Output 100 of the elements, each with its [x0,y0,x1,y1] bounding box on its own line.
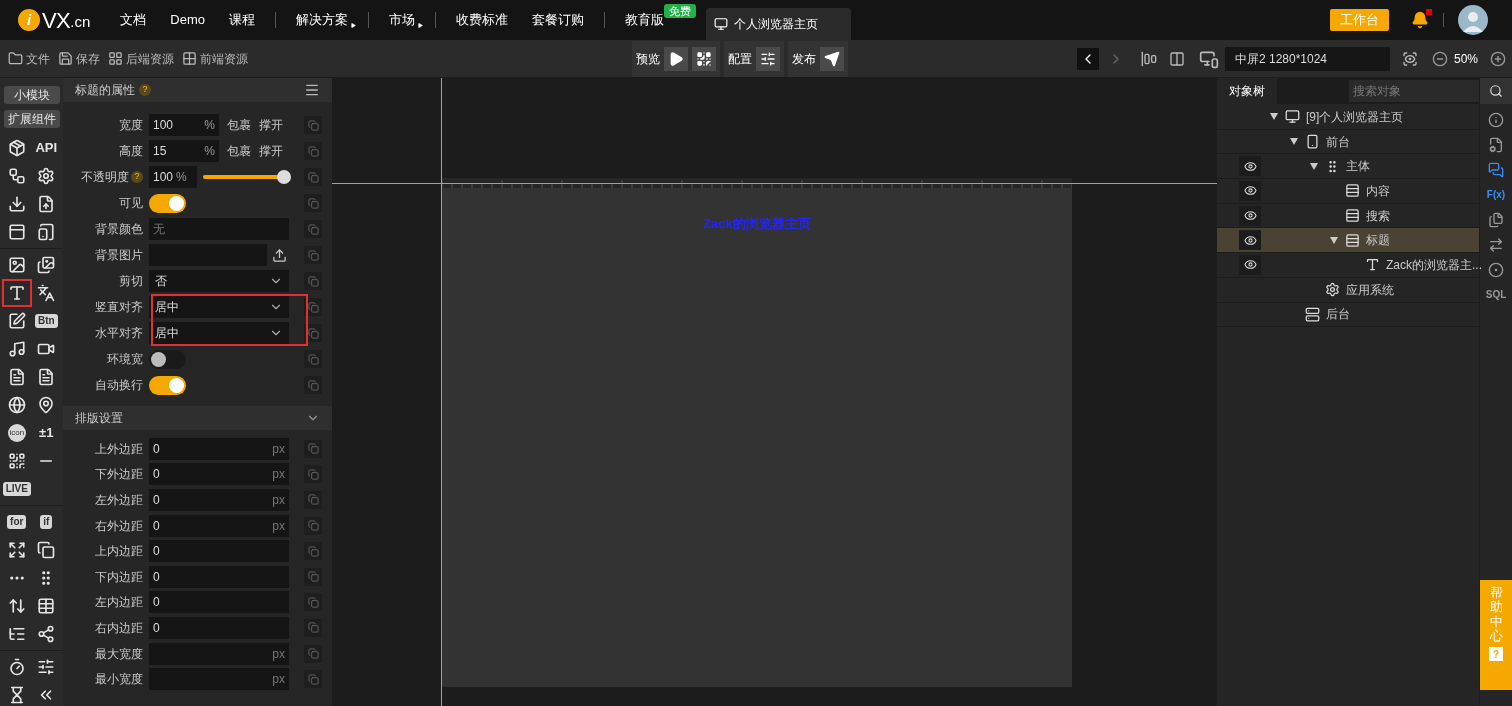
file-upload-icon[interactable] [37,195,56,213]
tree-row[interactable]: 内容 [1217,179,1479,204]
size-option[interactable]: 包裹 [227,142,251,160]
size-option[interactable]: 包裹 [227,116,251,134]
tree-row[interactable]: 应用系统 [1217,277,1479,303]
color-field[interactable]: 无 [149,218,289,240]
toggle-switch[interactable] [149,349,186,369]
nav-link[interactable]: 教育版 [612,10,666,30]
number-field[interactable]: 100 % [149,166,197,188]
section-header[interactable]: 排版设置 [63,406,332,430]
share-icon[interactable] [37,625,56,643]
component-tag[interactable]: for [7,515,27,529]
package-icon[interactable] [7,139,26,157]
caret-icon[interactable] [1290,138,1298,146]
avatar[interactable] [1458,5,1488,35]
layers-icon[interactable] [37,541,56,559]
download-icon[interactable] [7,195,26,213]
palette-button[interactable]: 小模块 [3,86,60,104]
number-field[interactable]: 15 % [149,140,219,162]
settings-file-icon[interactable] [1488,137,1504,153]
files-icon[interactable] [1488,212,1504,228]
zoom-out-icon[interactable] [1431,50,1448,67]
globe-icon[interactable] [7,396,26,414]
distribute-icon[interactable] [1168,50,1185,67]
edit-icon[interactable] [7,312,26,330]
nav-link[interactable]: 市场 [376,10,427,30]
qr-code-icon[interactable] [7,452,26,470]
toggle-switch[interactable] [149,193,186,213]
timer-icon[interactable] [7,658,26,676]
logo[interactable]: i VX.cn [0,0,91,40]
sliders-button[interactable] [756,46,780,71]
select-field[interactable]: 否 [149,270,289,292]
number-field[interactable]: 0 px [149,463,289,486]
number-field[interactable]: 0 [149,616,289,639]
number-field[interactable]: 0 px [149,437,289,460]
preview-frame-icon[interactable] [1401,50,1418,67]
info-icon[interactable] [1488,112,1504,128]
translate-icon[interactable] [37,284,56,302]
toolbar-button[interactable]: 文件 [8,49,50,68]
help-icon[interactable]: ? [139,84,151,96]
number-field[interactable]: 0 px [149,489,289,511]
select-field[interactable]: 居中 [149,296,289,318]
tree-row[interactable]: Zack的浏览器主... [1217,253,1479,278]
align-icon[interactable] [1140,50,1157,67]
select-field[interactable]: 居中 [149,322,289,344]
document-icon[interactable] [37,368,56,386]
size-option[interactable]: 撑开 [259,116,283,134]
nav-link[interactable]: Demo [158,10,217,30]
circle-icon[interactable] [1488,262,1504,278]
component-tag[interactable]: if [40,515,53,529]
toggle-switch[interactable] [149,375,186,395]
play-button[interactable] [664,46,688,71]
caret-icon[interactable] [1270,113,1278,121]
sort-icon[interactable] [7,597,26,615]
component-tag[interactable]: Btn [34,314,58,328]
devices-icon[interactable] [37,223,56,241]
back-button[interactable] [1076,47,1099,70]
caret-icon[interactable] [1330,236,1338,244]
tree-row[interactable]: 标题 [1217,228,1479,254]
zoom-in-icon[interactable] [1490,50,1506,67]
size-option[interactable]: 撑开 [259,142,283,160]
toolbar-button[interactable]: 前端资源 [182,49,248,68]
component-label[interactable]: API [35,138,58,158]
menu-icon[interactable] [304,82,320,98]
form-icon[interactable] [7,223,26,241]
palette-button[interactable]: 扩展组件 [3,110,60,128]
table-icon[interactable] [37,597,56,615]
component-tag[interactable]: icon [7,424,26,442]
expand-icon[interactable] [7,541,26,559]
chat-icon[interactable] [1488,162,1504,178]
tree-icon[interactable] [7,625,26,643]
nav-link[interactable]: 课程 [216,10,267,30]
tree-row[interactable]: 前台 [1217,129,1479,155]
nav-link[interactable]: 收费标准 [443,10,520,30]
toolbar-button[interactable]: 后端资源 [108,49,174,68]
tree-row[interactable]: 主体 [1217,154,1479,180]
opacity-slider[interactable] [203,170,291,184]
document-icon[interactable] [7,368,26,386]
component-label[interactable]: ±1 [39,423,54,443]
search-button[interactable] [1480,78,1512,104]
upload-icon[interactable] [272,247,287,263]
nav-link[interactable]: 文档 [108,10,159,30]
swap-icon[interactable] [1488,237,1504,253]
tree-row[interactable]: 后台 [1217,302,1479,328]
number-field[interactable]: px [149,642,289,665]
toolbar-button[interactable]: 保存 [58,49,100,68]
number-field[interactable]: 0 [149,591,289,614]
map-pin-icon[interactable] [37,396,56,414]
document-tab[interactable]: 个人浏览器主页 [705,8,851,40]
text-icon[interactable] [7,284,26,302]
help-icon[interactable]: ? [131,171,143,183]
rail-label[interactable]: SQL [1485,287,1507,303]
number-field[interactable]: 0 px [149,514,289,537]
caret-icon[interactable] [1310,162,1318,170]
search-field[interactable]: 搜索对象 [1349,80,1479,102]
sliders-icon[interactable] [37,658,56,676]
number-field[interactable]: 100 % [149,114,219,136]
component-tag[interactable]: LIVE [2,482,31,496]
tree-tab[interactable]: 对象树 [1217,78,1277,104]
search-icon[interactable] [1489,84,1503,98]
